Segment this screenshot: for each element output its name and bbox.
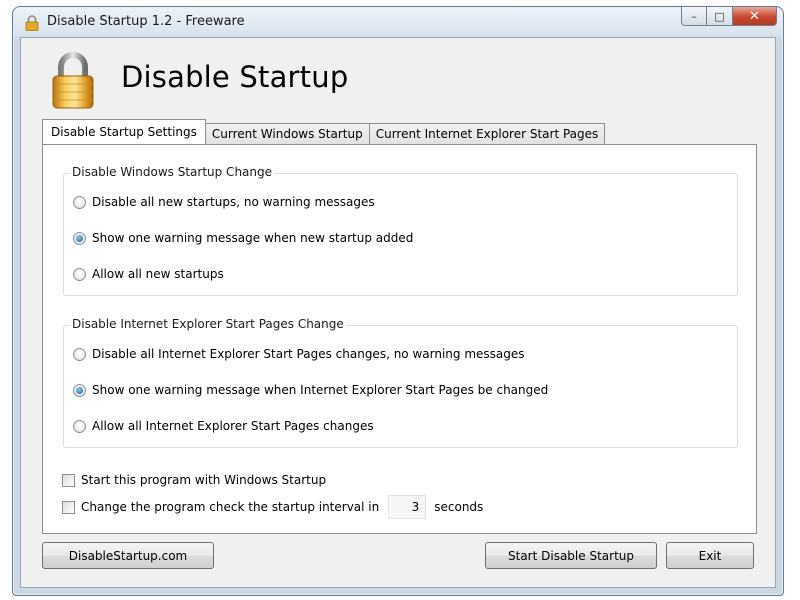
ie-start-pages-group: Disable Internet Explorer Start Pages Ch… (63, 317, 738, 448)
radio-disable-all-startups[interactable]: Disable all new startups, no warning mes… (73, 195, 375, 209)
interval-unit: seconds (434, 500, 484, 514)
exit-button[interactable]: Exit (666, 542, 754, 569)
tab-current-windows-startup[interactable]: Current Windows Startup (204, 123, 370, 144)
start-with-windows-checkbox[interactable]: Start this program with Windows Startup (62, 473, 326, 487)
radio-allow-all-ie-changes[interactable]: Allow all Internet Explorer Start Pages … (73, 419, 374, 433)
close-icon: ✕ (749, 8, 760, 24)
tab-disable-startup-settings[interactable]: Disable Startup Settings (42, 119, 206, 144)
close-button[interactable]: ✕ (733, 7, 777, 26)
lock-icon (25, 15, 39, 31)
maximize-button[interactable]: □ (707, 7, 733, 26)
interval-checkbox[interactable]: Change the program check the startup int… (62, 495, 483, 519)
website-button[interactable]: DisableStartup.com (42, 542, 214, 569)
caption-buttons: – □ ✕ (681, 7, 777, 27)
checkbox[interactable] (62, 473, 75, 487)
interval-input[interactable]: 3 (388, 495, 427, 519)
radio-allow-all-startups[interactable]: Allow all new startups (73, 267, 224, 281)
title-bar[interactable]: Disable Startup 1.2 - Freeware – □ ✕ (13, 7, 783, 37)
radio-button[interactable] (73, 231, 86, 245)
client-area: Disable Startup Disable Startup Settings… (20, 37, 776, 588)
option-label: Allow all new startups (92, 267, 224, 281)
checkbox[interactable] (62, 500, 75, 514)
lock-icon (52, 52, 94, 109)
radio-button[interactable] (73, 267, 86, 281)
radio-button[interactable] (73, 419, 86, 433)
option-label: Show one warning message when new startu… (92, 231, 414, 245)
option-label: Disable all Internet Explorer Start Page… (92, 347, 525, 361)
window-title: Disable Startup 1.2 - Freeware (47, 14, 245, 29)
tab-strip: Disable Startup Settings Current Windows… (42, 119, 606, 144)
settings-panel: Disable Windows Startup Change Disable a… (42, 144, 757, 534)
checkbox-label: Start this program with Windows Startup (81, 473, 327, 487)
option-label: Allow all Internet Explorer Start Pages … (92, 419, 374, 433)
app-heading: Disable Startup (121, 60, 349, 94)
radio-warn-new-startup[interactable]: Show one warning message when new startu… (73, 231, 413, 245)
minimize-icon: – (691, 9, 697, 23)
option-label: Disable all new startups, no warning mes… (92, 195, 375, 209)
radio-disable-all-ie-changes[interactable]: Disable all Internet Explorer Start Page… (73, 347, 525, 361)
radio-warn-ie-change[interactable]: Show one warning message when Internet E… (73, 383, 548, 397)
group-legend: Disable Internet Explorer Start Pages Ch… (70, 317, 346, 331)
option-label: Show one warning message when Internet E… (92, 383, 549, 397)
radio-button[interactable] (73, 347, 86, 361)
checkbox-label: Change the program check the startup int… (81, 500, 380, 514)
app-window: Disable Startup 1.2 - Freeware – □ ✕ Dis… (12, 6, 784, 596)
group-legend: Disable Windows Startup Change (70, 165, 275, 179)
radio-button[interactable] (73, 195, 86, 209)
radio-button[interactable] (73, 383, 86, 397)
start-disable-startup-button[interactable]: Start Disable Startup (485, 542, 657, 569)
windows-startup-group: Disable Windows Startup Change Disable a… (63, 165, 738, 296)
tab-current-ie-start-pages[interactable]: Current Internet Explorer Start Pages (368, 123, 606, 144)
maximize-icon: □ (714, 9, 725, 23)
minimize-button[interactable]: – (681, 7, 707, 26)
